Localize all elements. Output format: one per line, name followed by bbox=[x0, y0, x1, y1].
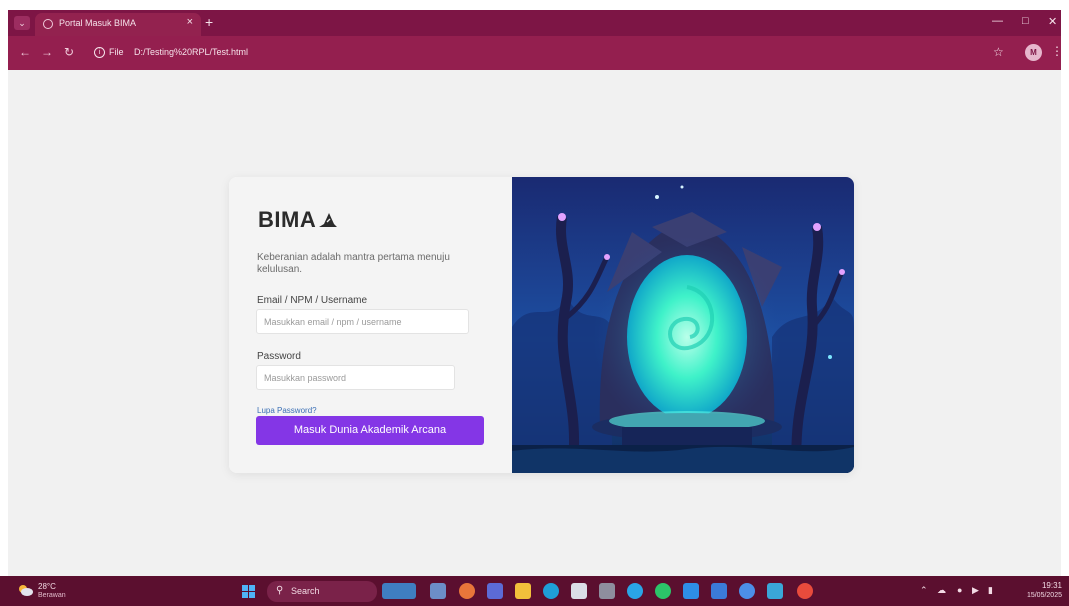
url-scheme: File bbox=[109, 47, 124, 57]
store-icon[interactable] bbox=[571, 583, 587, 599]
task-view-icon[interactable] bbox=[430, 583, 446, 599]
volume-icon[interactable]: ▶ bbox=[972, 585, 979, 596]
url-text[interactable]: D:/Testing%20RPL/Test.html bbox=[134, 47, 248, 57]
app-icon[interactable] bbox=[739, 583, 755, 599]
login-button[interactable]: Masuk Dunia Akademik Arcana bbox=[256, 416, 484, 445]
wizard-hat-icon bbox=[319, 213, 338, 227]
tab-strip: ⌄ Portal Masuk BIMA × + — □ ✕ bbox=[8, 10, 1061, 36]
forgot-password-link[interactable]: Lupa Password? bbox=[257, 406, 317, 415]
chrome-icon[interactable] bbox=[797, 583, 813, 599]
login-card: BIMA Keberanian adalah mantra pertama me… bbox=[229, 177, 854, 473]
email-label: Email / NPM / Username bbox=[257, 295, 368, 306]
onedrive-icon[interactable]: ☁ bbox=[937, 585, 946, 596]
teams-icon[interactable] bbox=[487, 583, 503, 599]
back-icon[interactable]: ← bbox=[19, 45, 31, 59]
brand-logo: BIMA bbox=[258, 207, 338, 233]
tab-search-button[interactable]: ⌄ bbox=[14, 16, 30, 30]
login-form-panel: BIMA Keberanian adalah mantra pertama me… bbox=[229, 177, 512, 473]
windows-start-icon[interactable] bbox=[242, 585, 255, 598]
search-label: Search bbox=[291, 586, 320, 596]
globe-icon bbox=[43, 19, 53, 29]
tab-title: Portal Masuk BIMA bbox=[59, 18, 137, 28]
reload-icon[interactable]: ↻ bbox=[64, 45, 74, 59]
star-icon[interactable]: ☆ bbox=[993, 45, 1004, 59]
cloudy-weather-icon[interactable] bbox=[17, 583, 33, 597]
clock-date[interactable]: 15/05/2025 bbox=[1027, 592, 1062, 599]
photos-icon[interactable] bbox=[711, 583, 727, 599]
vscode-icon[interactable] bbox=[683, 583, 699, 599]
minimize-icon[interactable]: — bbox=[992, 15, 1003, 27]
magic-portal-image bbox=[512, 177, 854, 473]
portal-illustration bbox=[512, 177, 854, 473]
tagline: Keberanian adalah mantra pertama menuju … bbox=[257, 252, 450, 275]
new-tab-button[interactable]: + bbox=[205, 14, 213, 30]
address-bar[interactable]: i File D:/Testing%20RPL/Test.html bbox=[90, 43, 970, 63]
taskbar-search[interactable]: ⚲ Search bbox=[267, 581, 377, 602]
info-icon[interactable]: i bbox=[94, 47, 105, 58]
copilot-icon[interactable] bbox=[767, 583, 783, 599]
whatsapp-icon[interactable] bbox=[655, 583, 671, 599]
browser-window: ⌄ Portal Masuk BIMA × + — □ ✕ ← → ↻ i Fi… bbox=[8, 10, 1061, 576]
email-field[interactable] bbox=[256, 309, 469, 334]
forward-icon[interactable]: → bbox=[41, 45, 53, 59]
file-explorer-icon[interactable] bbox=[515, 583, 531, 599]
password-field[interactable] bbox=[256, 365, 455, 390]
tab-close-button[interactable]: × bbox=[187, 16, 193, 28]
chevron-up-icon[interactable]: ⌃ bbox=[920, 585, 928, 596]
profile-avatar[interactable]: M bbox=[1025, 44, 1042, 61]
clock-time[interactable]: 19:31 bbox=[1042, 581, 1062, 590]
wifi-icon[interactable]: ● bbox=[957, 585, 962, 595]
weather-temp[interactable]: 28°C bbox=[38, 582, 56, 591]
battery-icon[interactable]: ▮ bbox=[988, 585, 993, 596]
widget-landscape-icon[interactable] bbox=[382, 583, 416, 599]
edge-icon[interactable] bbox=[543, 583, 559, 599]
taskbar: 28°C Berawan ⚲ Search ⌃ ☁ ● ▶ ▮ 19:31 15… bbox=[0, 576, 1069, 606]
weather-desc[interactable]: Berawan bbox=[38, 592, 66, 599]
brand-name: BIMA bbox=[258, 207, 317, 232]
settings-icon[interactable] bbox=[599, 583, 615, 599]
kebab-icon[interactable]: ⋮ bbox=[1051, 44, 1061, 58]
browser-toolbar: ← → ↻ i File D:/Testing%20RPL/Test.html … bbox=[8, 36, 1061, 70]
search-icon: ⚲ bbox=[276, 585, 284, 596]
telegram-icon[interactable] bbox=[627, 583, 643, 599]
password-label: Password bbox=[257, 351, 301, 362]
restore-icon[interactable]: □ bbox=[1022, 15, 1029, 27]
firefox-icon[interactable] bbox=[459, 583, 475, 599]
tab-portal-masuk-bima[interactable]: Portal Masuk BIMA × bbox=[35, 13, 201, 36]
close-window-icon[interactable]: ✕ bbox=[1048, 15, 1057, 28]
chevron-down-icon: ⌄ bbox=[18, 18, 26, 28]
